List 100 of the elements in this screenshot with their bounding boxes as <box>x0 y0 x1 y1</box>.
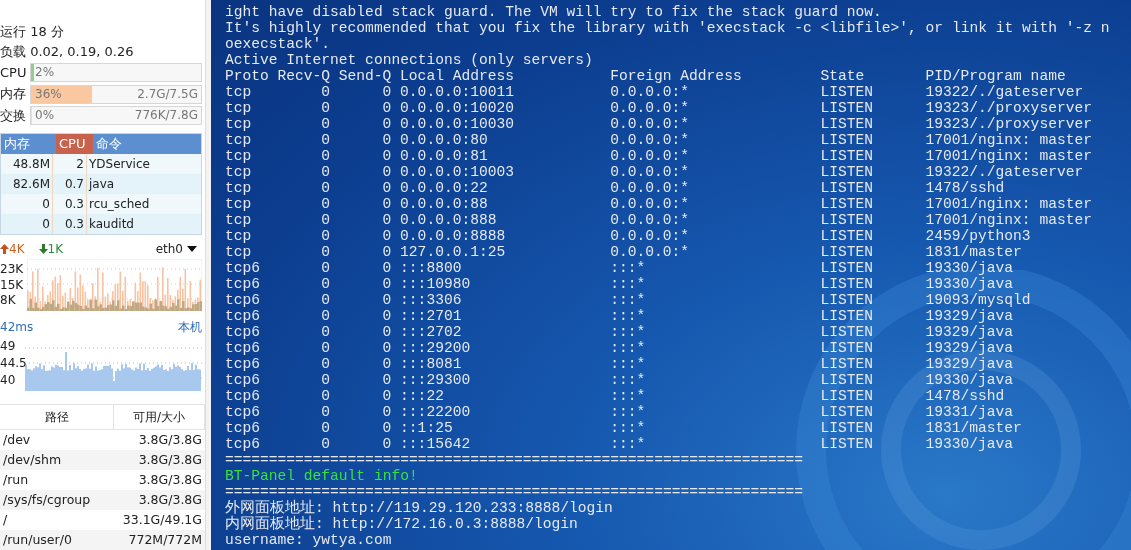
interface-select[interactable]: eth0 <box>155 242 197 257</box>
table-cell-text: tcp6 <box>225 292 262 308</box>
table-cell-text: 1831/master <box>925 420 1023 436</box>
table-cell-text: 19330/java <box>925 276 1015 292</box>
column-header: Local Address <box>400 68 515 84</box>
table-cell-text: 0 <box>381 180 392 196</box>
column-header: Recv-Q <box>277 68 331 84</box>
meter-label: 交换 <box>0 106 26 125</box>
table-cell-text: java <box>87 175 116 193</box>
meter-percent: 0% <box>35 107 55 125</box>
table-cell: 0.7 <box>53 173 87 194</box>
table-cell-text: 0.0.0.0:80 <box>400 132 489 148</box>
table-cell-text: 0 <box>381 372 392 388</box>
table-cell: 0 <box>1 193 53 214</box>
table-cell-text: 19093/mysqld <box>925 292 1032 308</box>
table-cell-text: 0.0.0.0:* <box>610 228 691 244</box>
column-header[interactable]: 路径 <box>0 405 114 429</box>
table-cell: 0.3 <box>53 213 87 234</box>
table-cell-text: tcp <box>225 180 253 196</box>
meter-detail: 776K/7.8G <box>134 107 198 125</box>
table-cell-text: 0 <box>320 84 331 100</box>
column-header[interactable]: CPU <box>56 133 93 154</box>
down-arrow-icon <box>38 244 48 255</box>
table-cell-text: :::8081 <box>400 356 463 372</box>
table-cell-text: :::2702 <box>400 324 463 340</box>
table-cell-text: 0 <box>320 324 331 340</box>
table-cell: 0 <box>1 213 53 234</box>
upload-rate: 4K <box>0 242 25 257</box>
table-cell-text: LISTEN <box>820 404 874 420</box>
axis-label: 15K <box>0 277 24 292</box>
table-cell-text: 0 <box>381 212 392 228</box>
table-cell-text: ::1:25 <box>400 420 454 436</box>
table-cell-text: :::15642 <box>400 436 472 452</box>
axis-label: 8K <box>0 293 17 308</box>
table-cell-text: :::* <box>610 276 647 292</box>
table-cell-text: 17001/nginx: master <box>925 212 1093 228</box>
table-cell-text: 0 <box>320 164 331 180</box>
table-cell-text: 0 <box>320 388 331 404</box>
table-cell-text: 0 <box>381 100 392 116</box>
axis-label: 40 <box>0 372 17 387</box>
table-cell-text: 3.8G/3.8G <box>137 431 203 449</box>
table-cell-text: 0 <box>320 244 331 260</box>
table-cell-text: 0 <box>320 308 331 324</box>
table-cell-text: kauditd <box>88 215 135 233</box>
table-cell-text: :::8800 <box>400 260 463 276</box>
table-cell-text: 0.0.0.0:10011 <box>400 84 515 100</box>
table-cell-text: tcp6 <box>225 404 262 420</box>
table-cell-text: 0.0.0.0:81 <box>400 148 489 164</box>
table-cell-text: LISTEN <box>820 436 874 452</box>
table-cell-text: :::* <box>610 372 647 388</box>
table-cell-text: :::22200 <box>400 404 472 420</box>
table-cell-text: :::22 <box>400 388 445 404</box>
table-cell-text: 0 <box>381 308 392 324</box>
table-cell-text: 0 <box>381 244 392 260</box>
table-cell-text: LISTEN <box>820 196 874 212</box>
table-cell-text: 127.0.0.1:25 <box>400 244 507 260</box>
column-header: PID/Program name <box>925 68 1067 84</box>
latency-value: 42ms <box>0 319 34 337</box>
table-cell-text: / <box>2 511 9 529</box>
table-cell-text: 17001/nginx: master <box>925 148 1093 164</box>
load-text: 负载 0.02, 0.19, 0.26 <box>0 43 135 61</box>
uptime-text: 运行 18 分 <box>0 23 65 41</box>
table-cell-text: LISTEN <box>820 244 874 260</box>
table-cell-text: 33.1G/49.1G <box>121 511 203 529</box>
table-cell-text: 0 <box>381 84 392 100</box>
table-cell-text: :::* <box>610 308 647 324</box>
table-cell-text: LISTEN <box>820 340 874 356</box>
download-rate: 1K <box>38 242 64 257</box>
table-cell-text: 0 <box>381 388 392 404</box>
table-cell-text: 1478/sshd <box>925 180 1006 196</box>
table-cell-text: 0 <box>381 404 392 420</box>
table-cell-text: 1831/master <box>925 244 1023 260</box>
table-cell-text: tcp6 <box>225 436 262 452</box>
table-cell-text: :::* <box>610 436 647 452</box>
table-cell: 82.6M <box>1 173 53 194</box>
table-cell-text: tcp6 <box>225 324 262 340</box>
table-cell-text: 0.0.0.0:* <box>610 84 691 100</box>
table-cell-text: 0.0.0.0:* <box>610 196 691 212</box>
table-cell-text: 19323/./proxyserver <box>925 116 1093 132</box>
table-cell-text: 0 <box>381 228 392 244</box>
table-cell-text: 0.0.0.0:22 <box>400 180 489 196</box>
table-cell-text: tcp <box>225 100 253 116</box>
table-cell-text: 0 <box>320 260 331 276</box>
table-cell-text: 17001/nginx: master <box>925 196 1093 212</box>
table-cell-text: rcu_sched <box>88 195 151 213</box>
table-cell-text: 0 <box>381 116 392 132</box>
table-cell-text: /sys/fs/cgroup <box>2 491 92 509</box>
table-cell-text: 0.0.0.0:88 <box>400 196 489 212</box>
axis-label: 49 <box>0 339 17 354</box>
meter-label: CPU <box>0 65 26 81</box>
table-cell-text: 0 <box>320 372 331 388</box>
table-cell-text: tcp6 <box>225 420 262 436</box>
column-header[interactable]: 可用/大小 <box>114 405 205 429</box>
table-cell-text: 0.0.0.0:* <box>610 164 691 180</box>
table-cell-text: :::3306 <box>400 292 463 308</box>
host-label: 本机 <box>178 319 202 337</box>
table-cell: 48.8M <box>1 153 53 174</box>
table-cell-text: 0 <box>320 132 331 148</box>
table-cell-text: 0 <box>320 420 331 436</box>
table-cell-text: 2459/python3 <box>925 228 1032 244</box>
